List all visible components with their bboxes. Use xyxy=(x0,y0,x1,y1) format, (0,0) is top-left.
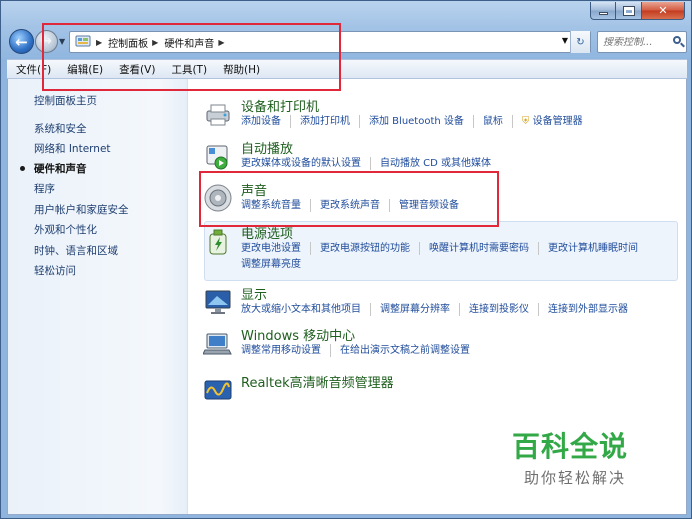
address-history-dropdown[interactable]: ▼ xyxy=(562,36,568,45)
close-icon: ✕ xyxy=(658,4,668,17)
sidebar-item-user-accounts[interactable]: 用户帐户和家庭安全 xyxy=(34,202,129,217)
link-change-sleep-time[interactable]: 更改计算机睡眠时间 xyxy=(548,242,647,255)
category-title[interactable]: Realtek高清晰音频管理器 xyxy=(241,372,394,391)
category-title[interactable]: Windows 移动中心 xyxy=(241,325,355,344)
mobility-center-icon xyxy=(202,328,233,358)
window-frame: ✕ ← → ▼ ▶ 控制面板 ▶ 硬件和声音 ▶ ▼ ↻ 搜索控制... 文件(… xyxy=(0,0,692,519)
link-connect-external-display[interactable]: 连接到外部显示器 xyxy=(548,303,637,316)
link-device-manager-label: 设备管理器 xyxy=(532,116,583,127)
realtek-audio-icon xyxy=(203,375,233,405)
link-connect-projector[interactable]: 连接到投影仪 xyxy=(469,303,539,316)
link-adjust-mobility-settings[interactable]: 调整常用移动设置 xyxy=(241,344,331,357)
link-mouse[interactable]: 鼠标 xyxy=(483,115,513,128)
category-links: 调整常用移动设置 在给出演示文稿之前调整设置 xyxy=(241,344,681,357)
maximize-button[interactable] xyxy=(616,2,642,20)
sidebar-item-hardware-sound[interactable]: 硬件和声音 xyxy=(34,161,87,176)
link-add-bluetooth-device[interactable]: 添加 Bluetooth 设备 xyxy=(369,115,474,128)
display-icon xyxy=(203,287,233,317)
annotation-highlight-box xyxy=(42,23,341,91)
search-box[interactable] xyxy=(597,31,687,53)
sidebar-item-clock-language[interactable]: 时钟、语言和区域 xyxy=(34,243,118,258)
category-links: 放大或缩小文本和其他项目 调整屏幕分辨率 连接到投影仪 连接到外部显示器 xyxy=(241,303,681,316)
sidebar-item-system-security[interactable]: 系统和安全 xyxy=(34,121,87,136)
sidebar-item-control-panel-home[interactable]: 控制面板主页 xyxy=(34,93,97,108)
sidebar-item-ease-of-access[interactable]: 轻松访问 xyxy=(34,263,76,278)
sidebar: 控制面板主页 系统和安全 网络和 Internet 硬件和声音 程序 用户帐户和… xyxy=(8,79,188,514)
watermark-title: 百科全说 xyxy=(512,430,629,463)
autoplay-icon xyxy=(203,141,233,171)
power-options-icon xyxy=(203,226,233,256)
printer-icon xyxy=(203,99,233,129)
link-presentation-settings[interactable]: 在给出演示文稿之前调整设置 xyxy=(340,344,479,357)
annotation-highlight-box xyxy=(199,171,499,227)
link-screen-resolution[interactable]: 调整屏幕分辨率 xyxy=(380,303,460,316)
category-title[interactable]: 自动播放 xyxy=(241,138,293,157)
link-power-button-function[interactable]: 更改电源按钮的功能 xyxy=(320,242,420,255)
category-title[interactable]: 显示 xyxy=(241,284,267,303)
shield-icon: ⛨ xyxy=(521,116,530,127)
refresh-button[interactable]: ↻ xyxy=(570,31,590,53)
category-title[interactable]: 设备和打印机 xyxy=(241,96,319,115)
link-autoplay-cd[interactable]: 自动播放 CD 或其他媒体 xyxy=(380,157,500,170)
category-links: 更改电池设置 更改电源按钮的功能 唤醒计算机时需要密码 更改计算机睡眠时间 调整… xyxy=(241,242,681,271)
link-adjust-brightness[interactable]: 调整屏幕亮度 xyxy=(241,258,310,271)
maximize-icon xyxy=(622,5,635,16)
minimize-button[interactable] xyxy=(590,2,616,20)
link-change-media-defaults[interactable]: 更改媒体或设备的默认设置 xyxy=(241,157,371,170)
close-button[interactable]: ✕ xyxy=(642,2,685,20)
minimize-icon xyxy=(598,12,608,15)
search-icon[interactable] xyxy=(673,36,685,48)
caption-buttons: ✕ xyxy=(590,2,685,20)
back-arrow-icon: ← xyxy=(15,32,28,51)
back-button[interactable]: ← xyxy=(9,29,34,54)
link-require-password-on-wakeup[interactable]: 唤醒计算机时需要密码 xyxy=(429,242,539,255)
current-item-bullet-icon xyxy=(20,166,25,171)
sidebar-item-programs[interactable]: 程序 xyxy=(34,181,55,196)
watermark-subtitle: 助你轻松解决 xyxy=(524,469,627,487)
sidebar-item-appearance[interactable]: 外观和个性化 xyxy=(34,222,97,237)
category-links: 添加设备 添加打印机 添加 Bluetooth 设备 鼠标 ⛨ 设备管理器 xyxy=(241,115,681,128)
watermark: 百科全说 助你轻松解决 xyxy=(512,425,628,488)
refresh-icon: ↻ xyxy=(576,36,585,48)
link-zoom-text[interactable]: 放大或缩小文本和其他项目 xyxy=(241,303,371,316)
link-change-battery-settings[interactable]: 更改电池设置 xyxy=(241,242,311,255)
category-links: 更改媒体或设备的默认设置 自动播放 CD 或其他媒体 xyxy=(241,157,681,170)
link-device-manager[interactable]: ⛨ 设备管理器 xyxy=(522,115,592,128)
search-input[interactable] xyxy=(603,36,671,48)
link-add-device[interactable]: 添加设备 xyxy=(241,115,291,128)
sidebar-item-network[interactable]: 网络和 Internet xyxy=(34,141,111,156)
link-add-printer[interactable]: 添加打印机 xyxy=(300,115,360,128)
